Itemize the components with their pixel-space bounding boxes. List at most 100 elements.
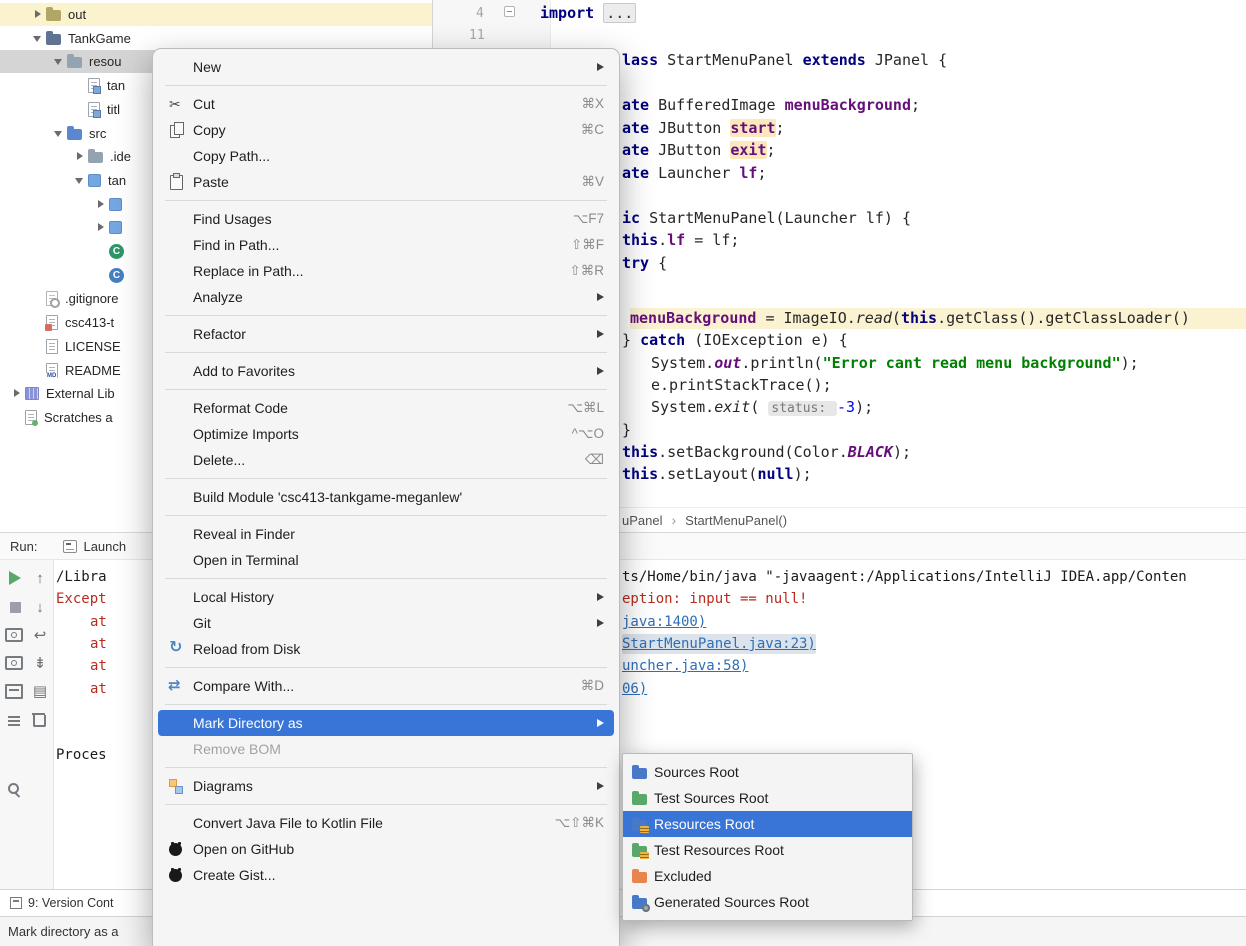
menu-item-find-in-path[interactable]: Find in Path... ⇧⌘F bbox=[158, 232, 614, 258]
menu-separator bbox=[165, 389, 607, 390]
menu-item-add-to-favorites[interactable]: Add to Favorites bbox=[158, 358, 614, 384]
submenu-item-resources-root[interactable]: Resources Root bbox=[623, 811, 912, 837]
submenu-item-excluded[interactable]: Excluded bbox=[623, 863, 912, 889]
chevron-right-icon: › bbox=[671, 512, 677, 528]
package-icon bbox=[88, 173, 101, 187]
console-stacktrace-link[interactable]: java:1400) bbox=[622, 612, 706, 632]
expand-arrow-icon[interactable] bbox=[73, 149, 88, 164]
menu-item-compare-with[interactable]: Compare With... ⌘D bbox=[158, 673, 614, 699]
menu-item-analyze[interactable]: Analyze bbox=[158, 284, 614, 310]
menu-item-replace-in-path[interactable]: Replace in Path... ⇧⌘R bbox=[158, 258, 614, 284]
toolwindow-version-control-button[interactable]: 9: Version Cont bbox=[28, 896, 113, 910]
clear-button[interactable] bbox=[29, 709, 49, 729]
menu-separator bbox=[165, 200, 607, 201]
thread-dump-button[interactable] bbox=[4, 653, 24, 673]
folder-tests-icon bbox=[632, 790, 647, 805]
menu-item-open-in-terminal[interactable]: Open in Terminal bbox=[158, 547, 614, 573]
arrow-spacer bbox=[31, 363, 46, 378]
menu-item-remove-bom[interactable]: Remove BOM bbox=[158, 736, 614, 762]
menu-shortcut: ⌥F7 bbox=[572, 211, 604, 226]
tree-item-out[interactable]: out bbox=[0, 3, 432, 26]
menu-icon-spacer bbox=[166, 526, 193, 542]
restore-layout-button[interactable] bbox=[4, 681, 24, 701]
menu-item-git[interactable]: Git bbox=[158, 610, 614, 636]
menu-item-delete[interactable]: Delete... ⌫ bbox=[158, 447, 614, 473]
menu-item-copy-path[interactable]: Copy Path... bbox=[158, 143, 614, 169]
menu-item-diagrams[interactable]: Diagrams bbox=[158, 773, 614, 799]
stop-button[interactable] bbox=[5, 597, 25, 617]
console-stacktrace-link[interactable]: uncher.java:58) bbox=[622, 656, 748, 676]
tree-item-label: Scratches a bbox=[44, 409, 113, 425]
menu-item-cut[interactable]: Cut ⌘X bbox=[158, 91, 614, 117]
print-button[interactable] bbox=[30, 681, 50, 701]
menu-item-new[interactable]: New bbox=[158, 54, 614, 80]
menu-item-create-gist[interactable]: Create Gist... bbox=[158, 862, 614, 888]
console-stacktrace-link[interactable]: 06) bbox=[622, 679, 647, 699]
arrow-spacer bbox=[31, 339, 46, 354]
fold-marker[interactable] bbox=[504, 6, 515, 17]
copy-icon bbox=[166, 122, 193, 138]
submenu-item-generated-sources-root[interactable]: Generated Sources Root bbox=[623, 889, 912, 915]
menu-item-optimize-imports[interactable]: Optimize Imports ^⌥O bbox=[158, 421, 614, 447]
menu-item-build-module-csc413-tankgame-meganlew[interactable]: Build Module 'csc413-tankgame-meganlew' bbox=[158, 484, 614, 510]
submenu-arrow-icon bbox=[597, 293, 604, 301]
expand-arrow-icon[interactable] bbox=[73, 173, 88, 188]
menu-item-reload-from-disk[interactable]: Reload from Disk bbox=[158, 636, 614, 662]
rerun-button[interactable] bbox=[5, 568, 25, 588]
scratches-icon bbox=[25, 409, 38, 426]
mark-directory-as-submenu: Sources Root Test Sources Root Resources R… bbox=[622, 753, 913, 921]
menu-item-find-usages[interactable]: Find Usages ⌥F7 bbox=[158, 206, 614, 232]
menu-item-refactor[interactable]: Refactor bbox=[158, 321, 614, 347]
menu-item-label: Find Usages bbox=[193, 211, 272, 227]
run-tab[interactable]: Launch bbox=[63, 539, 126, 554]
menu-item-label: Cut bbox=[193, 96, 215, 112]
expand-arrow-icon[interactable] bbox=[31, 31, 46, 46]
tree-item-tankgame[interactable]: TankGame bbox=[0, 27, 432, 50]
menu-item-copy[interactable]: Copy ⌘C bbox=[158, 117, 614, 143]
tree-item-label: csc413-t bbox=[65, 315, 115, 331]
tree-item-label: TankGame bbox=[68, 30, 131, 46]
expand-arrow-icon[interactable] bbox=[52, 54, 67, 69]
menu-item-reformat-code[interactable]: Reformat Code ⌥⌘L bbox=[158, 395, 614, 421]
menu-icon-spacer bbox=[166, 211, 193, 227]
arrow-spacer bbox=[31, 315, 46, 330]
console-stacktrace-link[interactable]: StartMenuPanel.java:23) bbox=[622, 634, 816, 654]
menu-item-open-on-github[interactable]: Open on GitHub bbox=[158, 836, 614, 862]
menu-shortcut: ^⌥O bbox=[571, 426, 604, 441]
submenu-arrow-icon bbox=[597, 330, 604, 338]
terminal-icon bbox=[166, 552, 193, 568]
menu-shortcut: ⌘X bbox=[581, 96, 604, 111]
breadcrumb-item-method[interactable]: StartMenuPanel() bbox=[685, 513, 787, 528]
menu-item-local-history[interactable]: Local History bbox=[158, 584, 614, 610]
screenshot-button[interactable] bbox=[4, 625, 24, 645]
menu-separator bbox=[165, 667, 607, 668]
down-stack-button[interactable] bbox=[30, 597, 50, 617]
expand-arrow-icon[interactable] bbox=[10, 386, 25, 401]
up-stack-button[interactable] bbox=[30, 568, 50, 588]
submenu-item-test-sources-root[interactable]: Test Sources Root bbox=[623, 785, 912, 811]
status-message: Mark directory as a bbox=[8, 924, 119, 939]
menu-item-paste[interactable]: Paste ⌘V bbox=[158, 169, 614, 195]
scroll-end-button[interactable] bbox=[30, 653, 50, 673]
paste-icon bbox=[166, 173, 193, 190]
submenu-item-label: Test Resources Root bbox=[654, 842, 784, 858]
menu-item-reveal-in-finder[interactable]: Reveal in Finder bbox=[158, 521, 614, 547]
breadcrumb-item-class[interactable]: uPanel bbox=[622, 513, 662, 528]
layers-button[interactable] bbox=[4, 711, 24, 731]
pin-button[interactable] bbox=[5, 780, 25, 800]
menu-item-label: Diagrams bbox=[193, 778, 253, 794]
tree-item-label: External Lib bbox=[46, 386, 115, 402]
softwrap-button[interactable] bbox=[30, 625, 50, 645]
menu-item-convert-java-file-to-kotlin-file[interactable]: Convert Java File to Kotlin File ⌥⇧⌘K bbox=[158, 810, 614, 836]
submenu-item-sources-root[interactable]: Sources Root bbox=[623, 759, 912, 785]
package-icon bbox=[109, 221, 122, 235]
expand-arrow-icon[interactable] bbox=[94, 197, 109, 212]
menu-item-mark-directory-as[interactable]: Mark Directory as bbox=[158, 710, 614, 736]
expand-arrow-icon[interactable] bbox=[94, 220, 109, 235]
expand-arrow-icon[interactable] bbox=[52, 126, 67, 141]
console-icon bbox=[63, 539, 78, 553]
submenu-item-label: Sources Root bbox=[654, 764, 739, 780]
expand-arrow-icon[interactable] bbox=[31, 7, 46, 22]
submenu-item-test-resources-root[interactable]: Test Resources Root bbox=[623, 837, 912, 863]
run-label: Run: bbox=[10, 538, 38, 554]
